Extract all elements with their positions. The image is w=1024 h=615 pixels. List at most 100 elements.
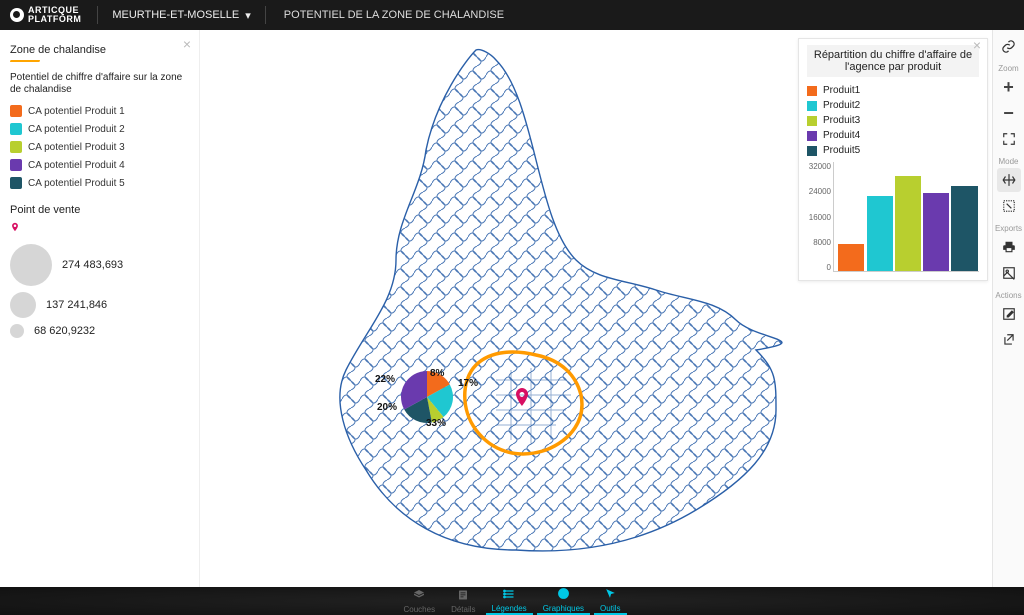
bar[interactable] — [895, 176, 921, 271]
size-circle-icon — [10, 324, 24, 338]
legend-label: Produit2 — [823, 100, 860, 111]
share-button[interactable] — [997, 328, 1021, 352]
tab-couches[interactable]: Couches — [398, 587, 442, 615]
region-name: MEURTHE-ET-MOSELLE — [112, 9, 239, 21]
product-label: CA potentiel Produit 4 — [28, 160, 125, 171]
couches-icon — [412, 589, 426, 604]
page-title: POTENTIEL DE LA ZONE DE CHALANDISE — [272, 9, 516, 21]
size-legend-item: 137 241,846 — [10, 292, 189, 318]
pie-label-17: 17% — [458, 378, 478, 389]
outils-icon — [604, 587, 617, 603]
main-content: × Zone de chalandise Potentiel de chiffr… — [0, 30, 1024, 587]
product-legend-item: CA potentiel Produit 4 — [10, 156, 189, 174]
zoom-in-button[interactable]: + — [997, 75, 1021, 99]
swatch-icon — [807, 146, 817, 156]
y-axis: 32000240001600080000 — [807, 162, 833, 272]
swatch-icon — [807, 116, 817, 126]
legend-label: Produit4 — [823, 130, 860, 141]
chart-legend-item: Produit4 — [807, 128, 979, 143]
product-label: CA potentiel Produit 1 — [28, 106, 125, 117]
swatch-icon — [10, 159, 22, 171]
product-label: CA potentiel Produit 3 — [28, 142, 125, 153]
size-circle-icon — [10, 244, 52, 286]
size-value: 274 483,693 — [62, 259, 123, 271]
bar[interactable] — [923, 193, 949, 271]
product-legend-item: CA potentiel Produit 2 — [10, 120, 189, 138]
pan-mode-button[interactable] — [997, 168, 1021, 192]
tab-legendes[interactable]: Légendes — [486, 587, 533, 615]
zone-underline — [10, 60, 41, 62]
size-legend-list: 274 483,693 137 241,846 68 620,9232 — [10, 244, 189, 338]
tab-label: Outils — [600, 604, 620, 613]
y-tick: 16000 — [807, 213, 831, 222]
chart-title-line2: l'agence par produit — [811, 61, 975, 73]
swatch-icon — [807, 131, 817, 141]
pie-label-22: 22% — [375, 374, 395, 385]
size-legend-item: 274 483,693 — [10, 244, 189, 286]
print-button[interactable] — [997, 235, 1021, 259]
swatch-icon — [807, 86, 817, 96]
tab-details[interactable]: Détails — [445, 587, 481, 615]
chart-title-line1: Répartition du chiffre d'affaire de — [811, 49, 975, 61]
chart-panel: × Répartition du chiffre d'affaire de l'… — [798, 38, 988, 281]
bar[interactable] — [951, 186, 977, 271]
pie-svg — [400, 370, 454, 424]
swatch-icon — [807, 101, 817, 111]
size-circle-icon — [10, 292, 36, 318]
swatch-icon — [10, 105, 22, 117]
size-value: 137 241,846 — [46, 299, 107, 311]
pos-section-title: Point de vente — [10, 204, 189, 216]
bar[interactable] — [838, 244, 864, 271]
close-icon[interactable]: × — [973, 37, 981, 53]
pie-label-33: 33% — [426, 418, 446, 429]
pin-icon — [10, 220, 20, 234]
chart-plot-area — [833, 162, 979, 272]
link-icon[interactable] — [997, 34, 1021, 58]
zone-section-title: Zone de chalandise — [10, 44, 189, 56]
select-mode-button[interactable] — [997, 194, 1021, 218]
y-tick: 0 — [807, 263, 831, 272]
region-dropdown[interactable]: MEURTHE-ET-MOSELLE ▾ — [104, 9, 258, 22]
tab-label: Couches — [404, 605, 436, 614]
tab-label: Détails — [451, 605, 475, 614]
zoom-out-button[interactable]: − — [997, 101, 1021, 125]
product-label: CA potentiel Produit 2 — [28, 124, 125, 135]
exports-label: Exports — [995, 224, 1022, 233]
graphiques-icon — [557, 587, 570, 603]
chart-legend-item: Produit3 — [807, 113, 979, 128]
edit-button[interactable] — [997, 302, 1021, 326]
bar[interactable] — [867, 196, 893, 271]
tab-label: Légendes — [492, 604, 527, 613]
legend-label: Produit1 — [823, 85, 860, 96]
product-legend-item: CA potentiel Produit 5 — [10, 174, 189, 192]
app-header: ARTICQUE PLATFORM MEURTHE-ET-MOSELLE ▾ P… — [0, 0, 1024, 30]
product-label: CA potentiel Produit 5 — [28, 178, 125, 189]
chart-legend-item: Produit5 — [807, 143, 979, 158]
legend-label: Produit3 — [823, 115, 860, 126]
product-legend-item: CA potentiel Produit 3 — [10, 138, 189, 156]
chart-legend-item: Produit2 — [807, 98, 979, 113]
legend-panel: × Zone de chalandise Potentiel de chiffr… — [0, 30, 200, 587]
header-separator — [97, 6, 98, 24]
logo-icon — [10, 8, 24, 22]
tab-graphiques[interactable]: Graphiques — [537, 587, 590, 615]
tab-label: Graphiques — [543, 604, 584, 613]
size-value: 68 620,9232 — [34, 325, 95, 337]
bottom-tabbar: Couches Détails Légendes Graphiques Outils — [0, 587, 1024, 615]
image-export-button[interactable] — [997, 261, 1021, 285]
pie-label-8: 8% — [430, 368, 444, 379]
chart-legend-item: Produit1 — [807, 83, 979, 98]
swatch-icon — [10, 177, 22, 189]
fullscreen-button[interactable] — [997, 127, 1021, 151]
y-tick: 24000 — [807, 187, 831, 196]
size-legend-item: 68 620,9232 — [10, 324, 189, 338]
mode-label: Mode — [998, 157, 1018, 166]
chart-title: Répartition du chiffre d'affaire de l'ag… — [807, 45, 979, 77]
details-icon — [457, 589, 469, 604]
tab-outils[interactable]: Outils — [594, 587, 626, 615]
close-icon[interactable]: × — [183, 36, 191, 52]
product-legend-item: CA potentiel Produit 1 — [10, 102, 189, 120]
pie-label-20: 20% — [377, 402, 397, 413]
bar-chart[interactable]: 32000240001600080000 — [807, 162, 979, 272]
product-legend-list: CA potentiel Produit 1 CA potentiel Produ… — [10, 102, 189, 192]
